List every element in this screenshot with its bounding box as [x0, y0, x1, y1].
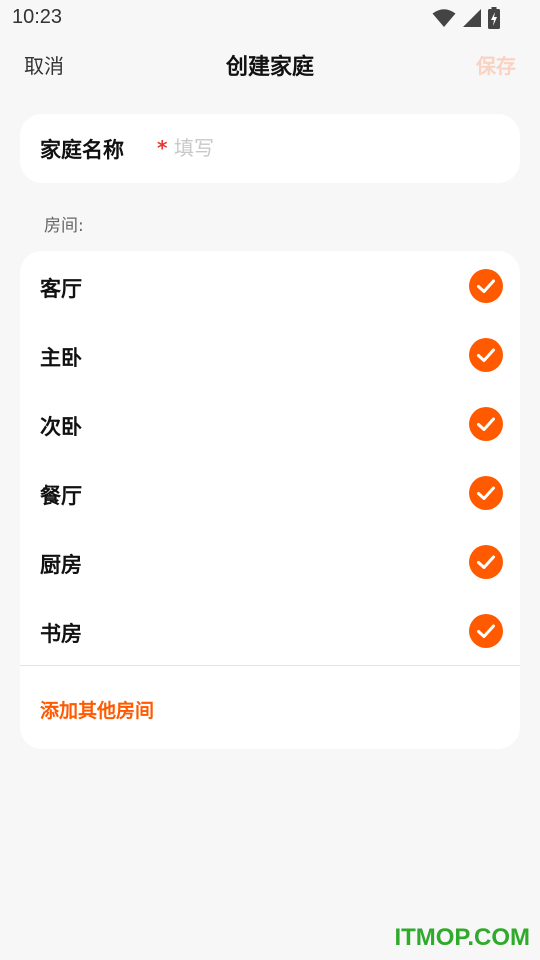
room-item-dining-room[interactable]: 餐厅 — [20, 458, 520, 527]
room-name: 书房 — [40, 622, 82, 646]
room-item-living-room[interactable]: 客厅 — [20, 251, 520, 320]
room-name: 主卧 — [40, 346, 82, 370]
family-name-card: 家庭名称 * — [20, 114, 520, 183]
create-family-screen: 10:23 取消 创建家庭 保存 家庭名称 * 填写 房间: 客厅 主卧 次卧 … — [0, 0, 540, 960]
room-name: 餐厅 — [40, 484, 82, 508]
room-list: 客厅 主卧 次卧 餐厅 厨房 书房 — [20, 251, 520, 665]
rooms-section-label: 房间: — [44, 216, 84, 236]
room-name: 客厅 — [40, 277, 82, 301]
room-name: 次卧 — [40, 415, 82, 439]
battery-charging-icon — [488, 7, 500, 29]
room-item-kitchen[interactable]: 厨房 — [20, 527, 520, 596]
room-item-second-bedroom[interactable]: 次卧 — [20, 389, 520, 458]
room-item-study[interactable]: 书房 — [20, 596, 520, 665]
room-name: 厨房 — [40, 553, 82, 577]
required-asterisk: * — [157, 136, 168, 160]
rooms-card: 客厅 主卧 次卧 餐厅 厨房 书房 添加其他房间 — [20, 251, 520, 749]
checked-circle-icon[interactable] — [469, 614, 503, 648]
family-name-label: 家庭名称 — [40, 138, 124, 162]
nav-bar: 取消 创建家庭 保存 — [0, 40, 540, 90]
checked-circle-icon[interactable] — [469, 338, 503, 372]
checked-circle-icon[interactable] — [469, 476, 503, 510]
add-other-room-button[interactable]: 添加其他房间 — [40, 696, 154, 723]
page-title: 创建家庭 — [225, 55, 314, 80]
checked-circle-icon[interactable] — [469, 269, 503, 303]
watermark: ITMOP.COM — [394, 924, 530, 951]
save-button[interactable]: 保存 — [476, 50, 516, 79]
room-item-master-bedroom[interactable]: 主卧 — [20, 320, 520, 389]
cellular-signal-icon — [462, 8, 482, 28]
family-name-input[interactable] — [170, 128, 504, 168]
status-icons — [432, 7, 500, 29]
status-time: 10:23 — [12, 6, 63, 28]
status-bar: 10:23 — [0, 0, 540, 36]
checked-circle-icon[interactable] — [469, 407, 503, 441]
wifi-icon — [432, 8, 456, 28]
divider — [20, 665, 520, 666]
checked-circle-icon[interactable] — [469, 545, 503, 579]
